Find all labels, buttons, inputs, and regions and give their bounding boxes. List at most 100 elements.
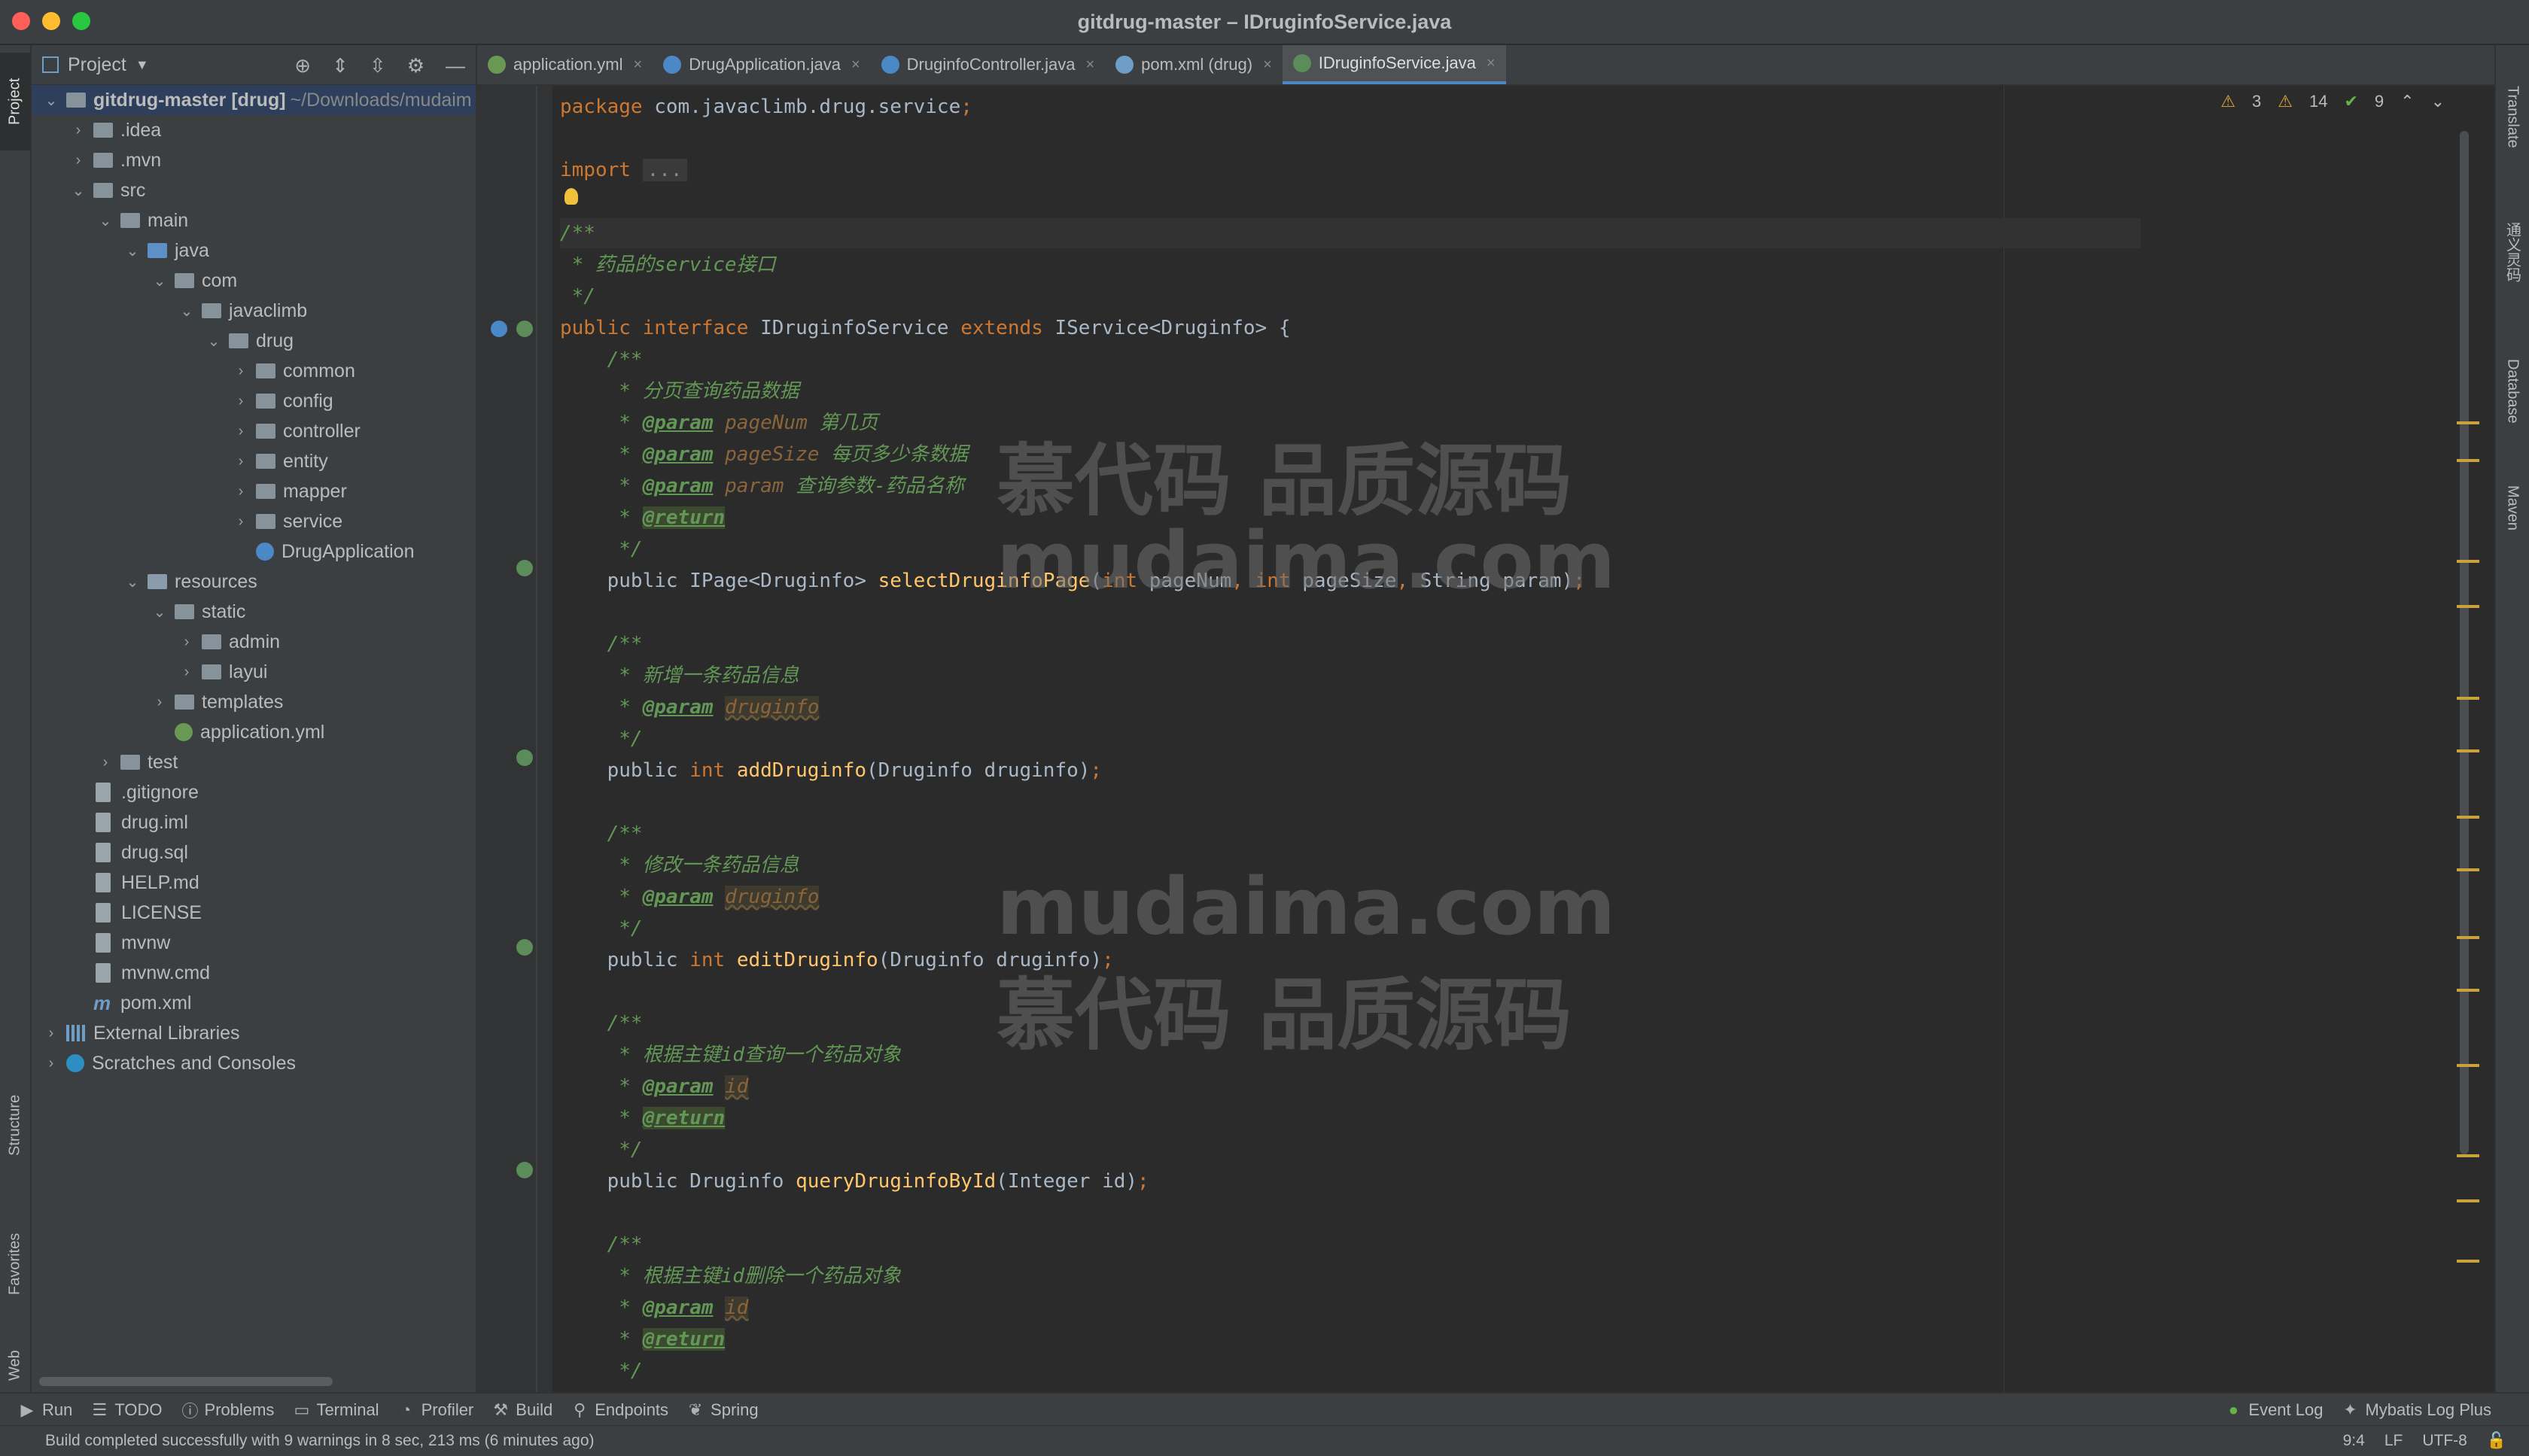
chevron-right-icon[interactable]: › (232, 393, 250, 410)
error-stripe-mark[interactable] (2457, 1260, 2479, 1263)
code-line[interactable]: * @param param 查询参数-药品名称 (560, 471, 963, 501)
code-line[interactable]: */ (560, 724, 642, 754)
tree-item[interactable]: application.yml (32, 717, 476, 747)
chevron-right-icon[interactable]: › (178, 634, 196, 651)
implemented-interface-icon[interactable] (491, 321, 507, 337)
web-tool-tab[interactable]: Web (0, 1339, 30, 1392)
hide-panel-icon[interactable]: — (446, 54, 465, 78)
chevron-right-icon[interactable]: › (42, 1055, 60, 1072)
tool-window-button[interactable]: ⚲ Endpoints (572, 1398, 668, 1422)
chevron-down-icon[interactable]: ⌄ (96, 211, 114, 230)
code-line[interactable]: * @return (560, 503, 726, 533)
implemented-method-icon[interactable] (516, 321, 533, 337)
tree-item[interactable]: DrugApplication (32, 537, 476, 567)
chevron-down-icon[interactable]: ⌄ (69, 181, 87, 200)
chevron-right-icon[interactable]: › (232, 483, 250, 500)
gear-icon[interactable]: ⚙ (407, 54, 425, 78)
chevron-down-icon[interactable]: ▼ (135, 57, 149, 73)
code-line[interactable]: */ (560, 1356, 642, 1386)
tree-item[interactable]: ⌄ resources (32, 567, 476, 597)
tree-item[interactable]: ⌄ java (32, 236, 476, 266)
tree-item[interactable]: LICENSE (32, 898, 476, 928)
tree-item[interactable]: › mapper (32, 476, 476, 506)
code-line[interactable]: * 新增一条药品信息 (560, 661, 799, 691)
tree-item[interactable]: ⌄ src (32, 175, 476, 205)
caret-position[interactable]: 9:4 (2343, 1432, 2365, 1450)
editor-tab[interactable]: application.yml × (477, 45, 653, 84)
error-stripe-mark[interactable] (2457, 1064, 2479, 1067)
favorites-tool-tab[interactable]: Favorites (0, 1196, 30, 1332)
line-separator[interactable]: LF (2384, 1432, 2403, 1450)
tree-item[interactable]: › controller (32, 416, 476, 446)
project-horizontal-scrollbar[interactable] (39, 1377, 333, 1386)
tree-item[interactable]: mvnw.cmd (32, 958, 476, 988)
chevron-down-icon[interactable]: ⌄ (178, 302, 196, 321)
error-stripe-mark[interactable] (2457, 868, 2479, 871)
tool-window-button[interactable]: ▭ Terminal (294, 1398, 379, 1422)
locate-icon[interactable]: ⊕ (294, 54, 311, 78)
close-tab-icon[interactable]: × (1085, 56, 1094, 74)
implemented-method-icon[interactable] (516, 749, 533, 766)
chevron-down-icon[interactable]: ⌄ (151, 603, 169, 622)
tree-item[interactable]: ⌄ javaclimb (32, 296, 476, 326)
code-line[interactable]: */ (560, 281, 595, 312)
file-encoding[interactable]: UTF-8 (2422, 1432, 2467, 1450)
implemented-method-icon[interactable] (516, 1162, 533, 1178)
code-line[interactable]: /** (560, 629, 643, 659)
chevron-right-icon[interactable]: › (151, 694, 169, 711)
code-line[interactable]: /** (560, 1230, 643, 1260)
tool-window-button[interactable]: ❦ Spring (688, 1398, 759, 1422)
project-tool-tab[interactable]: Project (0, 53, 30, 150)
code-line[interactable]: * @return (560, 1324, 726, 1354)
code-line[interactable]: * @param druginfo (560, 882, 820, 912)
tongyi-tool-tab[interactable]: 通义灵码 (2496, 181, 2529, 324)
tree-item[interactable]: › config (32, 386, 476, 416)
tree-item[interactable]: mvnw (32, 928, 476, 958)
code-editor[interactable]: package com.javaclimb.drug.service; impor… (477, 86, 2479, 1392)
error-stripe-mark[interactable] (2457, 936, 2479, 939)
code-line[interactable]: /** (560, 218, 595, 248)
code-line[interactable]: * 药品的service接口 (560, 250, 776, 280)
database-tool-tab[interactable]: Database (2496, 331, 2529, 451)
chevron-right-icon[interactable]: › (42, 1025, 60, 1042)
tool-window-button[interactable]: ● Event Log (2226, 1400, 2324, 1420)
chevron-right-icon[interactable]: › (232, 423, 250, 440)
code-line[interactable]: package com.javaclimb.drug.service; (560, 92, 972, 122)
collapse-all-icon[interactable]: ⇳ (370, 54, 386, 78)
code-line[interactable]: */ (560, 913, 642, 944)
tree-item[interactable]: ⌄ static (32, 597, 476, 627)
status-message[interactable]: Build completed successfully with 9 warn… (45, 1432, 595, 1450)
close-window-button[interactable] (12, 12, 30, 30)
error-stripe-mark[interactable] (2457, 1199, 2479, 1202)
implemented-method-icon[interactable] (516, 939, 533, 956)
editor-vertical-scrollbar[interactable] (2460, 131, 2469, 1154)
code-line[interactable]: * 根据主键id删除一个药品对象 (560, 1261, 901, 1291)
structure-tool-tab[interactable]: Structure (0, 1061, 30, 1189)
close-tab-icon[interactable]: × (1263, 56, 1272, 74)
chevron-down-icon[interactable]: ⌄ (42, 91, 60, 110)
code-line[interactable]: /** (560, 819, 643, 849)
maximize-window-button[interactable] (72, 12, 90, 30)
tree-item[interactable]: ⌄ com (32, 266, 476, 296)
tool-window-button[interactable]: ◔ Profiler (399, 1398, 473, 1422)
code-line[interactable]: public Druginfo queryDruginfoById(Intege… (560, 1166, 1149, 1196)
previous-highlight-icon[interactable]: ⌃ (2400, 92, 2414, 111)
code-line[interactable]: public int addDruginfo(Druginfo druginfo… (560, 755, 1102, 786)
code-line[interactable]: * @param druginfo (560, 692, 820, 722)
implemented-method-icon[interactable] (516, 560, 533, 576)
error-stripe-mark[interactable] (2457, 1154, 2479, 1157)
tree-item[interactable]: › common (32, 356, 476, 386)
tree-item[interactable]: ⌄ main (32, 205, 476, 236)
tree-item[interactable]: › admin (32, 627, 476, 657)
error-stripe-mark[interactable] (2457, 560, 2479, 563)
tree-item[interactable]: m pom.xml (32, 988, 476, 1018)
chevron-right-icon[interactable]: › (178, 664, 196, 681)
code-line[interactable]: import ... (560, 155, 687, 185)
tool-window-button[interactable]: ⓘ Problems (182, 1398, 275, 1422)
editor-tab[interactable]: pom.xml (drug) × (1105, 45, 1283, 84)
translate-tool-tab[interactable]: Translate (2496, 60, 2529, 173)
close-tab-icon[interactable]: × (851, 56, 860, 74)
code-line[interactable]: * @param id (560, 1071, 749, 1102)
tree-item[interactable]: › .idea (32, 115, 476, 145)
inspection-widget[interactable]: ⚠ 3 ⚠ 14 ✔ 9 ⌃ ⌄ (2220, 92, 2445, 111)
